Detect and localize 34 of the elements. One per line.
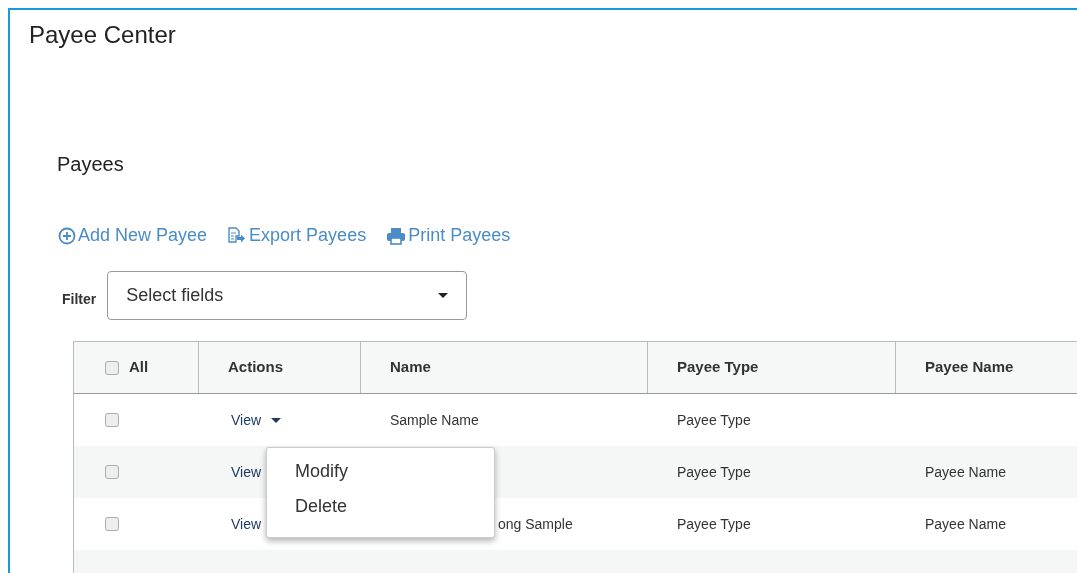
printer-icon — [386, 226, 407, 245]
page-title: Payee Center — [29, 20, 176, 50]
checkbox[interactable] — [105, 360, 119, 375]
add-circle-icon — [58, 226, 76, 245]
dropdown-toggle[interactable] — [271, 417, 282, 423]
table-cell-text: Payee Name — [925, 462, 1006, 482]
table-cell-text: ong Sample — [498, 514, 573, 534]
checkbox[interactable] — [105, 517, 119, 531]
table-cell-text: Payee Type — [677, 462, 751, 482]
view-link[interactable]: View — [231, 409, 262, 431]
column-header: Actions — [228, 357, 283, 378]
menu-item[interactable]: Delete — [295, 495, 348, 517]
view-link[interactable]: View — [231, 461, 262, 483]
section-title: Payees — [57, 152, 124, 176]
checkbox[interactable] — [105, 413, 119, 427]
column-header: Payee Type — [677, 357, 759, 378]
menu-item[interactable]: Modify — [295, 460, 348, 482]
table-cell-text: Payee Name — [925, 514, 1006, 534]
caret-icon — [438, 293, 449, 298]
table-cell-text: Payee Type — [677, 514, 751, 534]
table-cell-text: Sample Name — [390, 410, 479, 430]
column-header: Payee Name — [925, 357, 1014, 378]
caret-icon — [271, 417, 282, 423]
select-field[interactable]: Select fields — [107, 271, 468, 320]
action-link[interactable]: Print Payees — [386, 222, 511, 249]
view-link[interactable]: View — [231, 513, 262, 535]
checkbox[interactable] — [105, 465, 119, 479]
column-header: All — [129, 357, 149, 378]
action-link[interactable]: Add New Payee — [58, 222, 208, 249]
column-header: Name — [390, 357, 431, 378]
export-document-icon — [227, 226, 248, 245]
table-cell-text: Payee Type — [677, 410, 751, 430]
action-link[interactable]: Export Payees — [227, 222, 367, 249]
filter-label: Filter — [62, 290, 97, 309]
